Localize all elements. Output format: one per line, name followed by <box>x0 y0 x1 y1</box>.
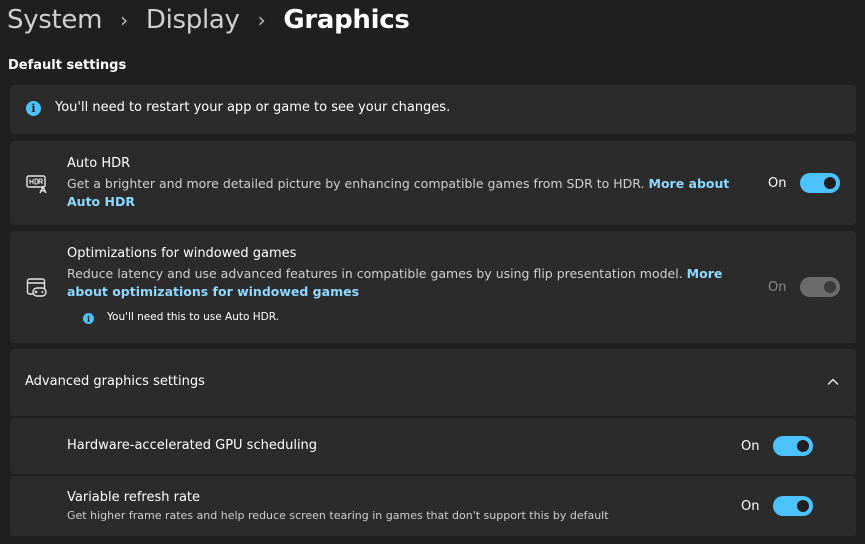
variable-refresh-toggle-group: On <box>741 496 814 516</box>
auto-hdr-toggle-group: On <box>768 173 841 193</box>
chevron-up-icon[interactable] <box>826 377 840 387</box>
windowed-games-toggle-group: On <box>768 277 841 297</box>
section-title: Default settings <box>8 58 127 73</box>
windowed-games-description: Reduce latency and use advanced features… <box>67 265 737 301</box>
gpu-scheduling-toggle[interactable] <box>773 436 814 456</box>
restart-notice-card: i You'll need to restart your app or gam… <box>10 85 856 134</box>
breadcrumb: System › Display › Graphics <box>7 2 410 38</box>
advanced-graphics-header[interactable]: Advanced graphics settings <box>10 349 856 416</box>
auto-hdr-title: Auto HDR <box>67 156 131 171</box>
variable-refresh-title: Variable refresh rate <box>67 490 201 505</box>
auto-hdr-description: Get a brighter and more detailed picture… <box>67 175 737 211</box>
windowed-games-note: You'll need this to use Auto HDR. <box>107 311 279 323</box>
gpu-scheduling-toggle-group: On <box>741 436 814 456</box>
windowed-games-toggle <box>800 277 841 297</box>
windowed-games-card: Optimizations for windowed games Reduce … <box>10 231 856 343</box>
page-title: Graphics <box>283 5 410 35</box>
restart-notice-text: You'll need to restart your app or game … <box>55 100 451 115</box>
chevron-right-icon: › <box>120 8 128 32</box>
windowed-games-title: Optimizations for windowed games <box>67 246 297 261</box>
toggle-knob <box>797 440 810 452</box>
variable-refresh-toggle-label: On <box>741 498 760 514</box>
gpu-scheduling-toggle-label: On <box>741 438 760 454</box>
info-icon: i <box>26 101 41 116</box>
variable-refresh-row: Variable refresh rate Get higher frame r… <box>10 476 856 536</box>
windowed-game-icon <box>26 278 47 297</box>
variable-refresh-toggle[interactable] <box>773 496 814 516</box>
breadcrumb-system[interactable]: System <box>7 5 102 35</box>
windowed-games-toggle-label: On <box>768 279 787 295</box>
auto-hdr-description-text: Get a brighter and more detailed picture… <box>67 176 645 191</box>
auto-hdr-card: Auto HDR Get a brighter and more detaile… <box>10 141 856 225</box>
windowed-games-description-text: Reduce latency and use advanced features… <box>67 266 683 281</box>
breadcrumb-display[interactable]: Display <box>146 5 240 35</box>
chevron-right-icon: › <box>257 8 266 32</box>
auto-hdr-toggle-label: On <box>768 175 787 191</box>
advanced-graphics-title: Advanced graphics settings <box>25 374 205 389</box>
toggle-knob <box>824 177 837 189</box>
auto-hdr-toggle[interactable] <box>800 173 841 193</box>
toggle-knob <box>824 281 837 293</box>
info-icon: i <box>83 313 94 324</box>
gpu-scheduling-row: Hardware-accelerated GPU scheduling On <box>10 418 856 474</box>
toggle-knob <box>797 500 810 512</box>
gpu-scheduling-title: Hardware-accelerated GPU scheduling <box>67 438 318 453</box>
hdr-icon <box>26 175 47 194</box>
variable-refresh-description: Get higher frame rates and help reduce s… <box>67 509 609 522</box>
